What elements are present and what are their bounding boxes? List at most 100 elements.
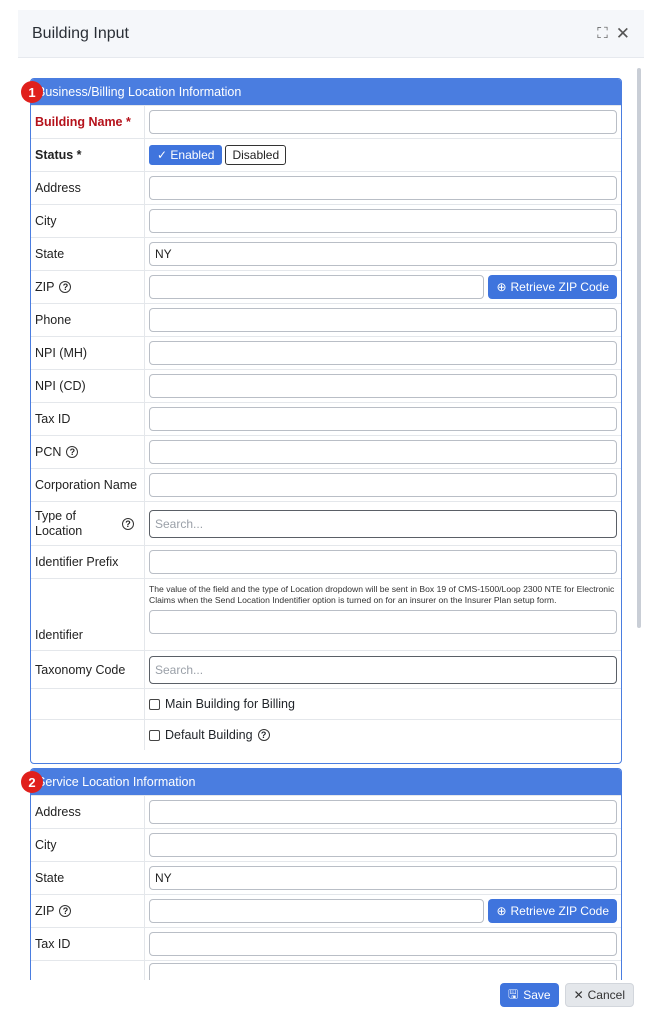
empty-label [31,720,145,750]
billing-badge: 1 [21,81,43,103]
tax-id-label: Tax ID [31,403,145,435]
service-zip-row: ZIP? ⊕ Retrieve ZIP Code [31,894,621,927]
city-input[interactable] [149,209,617,233]
service-state-row: State NY [31,861,621,894]
empty-label [31,689,145,719]
state-row: State NY [31,237,621,270]
service-state-label: State [31,862,145,894]
billing-section-title: Business/Billing Location Information [37,85,242,99]
npi-mh-input[interactable] [149,341,617,365]
npi-mh-row: NPI (MH) [31,336,621,369]
npi-mh-label: NPI (MH) [31,337,145,369]
npi-cd-label: NPI (CD) [31,370,145,402]
service-city-label: City [31,829,145,861]
service-tax-id-input[interactable] [149,932,617,956]
retrieve-zip-label: Retrieve ZIP Code [510,280,610,294]
phone-label: Phone [31,304,145,336]
help-icon[interactable]: ? [59,905,72,917]
download-icon: ⊕ [496,280,507,294]
default-building-checkbox-wrap[interactable]: Default Building ? [145,720,621,750]
help-icon[interactable]: ? [66,446,79,458]
corporation-row: Corporation Name [31,468,621,501]
help-icon[interactable]: ? [59,281,72,293]
identifier-row: Identifier The value of the field and th… [31,578,621,650]
service-address-label: Address [31,796,145,828]
building-name-row: Building Name * [31,105,621,138]
status-enabled-button[interactable]: ✓ Enabled [149,145,223,165]
cancel-button[interactable]: ✕ Cancel [564,983,634,1007]
expand-icon[interactable]: ⛶ [597,25,608,42]
service-tax-id-row: Tax ID [31,927,621,960]
service-city-row: City [31,828,621,861]
identifier-label-cell: Identifier [31,579,145,650]
npi-cd-input[interactable] [149,374,617,398]
scrollbar[interactable] [637,68,641,628]
modal-header: Building Input ⛶ ✕ [18,10,644,58]
service-section-title: Service Location Information [37,775,196,789]
empty-label [31,961,145,980]
billing-section: Business/Billing Location Information 1 … [21,78,622,764]
default-building-row: Default Building ? [31,719,621,750]
taxonomy-select[interactable]: Search... [149,655,617,684]
service-tax-id-label: Tax ID [31,928,145,960]
corporation-input[interactable] [149,473,617,497]
close-icon[interactable]: ✕ [616,24,630,44]
npi-cd-row: NPI (CD) [31,369,621,402]
zip-row: ZIP? ⊕ Retrieve ZIP Code [31,270,621,303]
pcn-label-cell: PCN? [31,436,145,468]
default-building-checkbox[interactable] [149,729,160,741]
city-row: City [31,204,621,237]
service-address-input[interactable] [149,800,617,824]
taxonomy-label: Taxonomy Code [31,651,145,688]
corporation-label: Corporation Name [31,469,145,501]
pcn-row: PCN? [31,435,621,468]
main-building-checkbox-wrap[interactable]: Main Building for Billing [145,689,621,719]
pcn-input[interactable] [149,440,617,464]
type-label: Type of Location [35,508,83,538]
identifier-note: The value of the field and the type of L… [149,584,615,605]
zip-input[interactable] [149,275,485,299]
type-of-location-select[interactable]: Search... [149,509,617,538]
type-label-cell: Type of Location ? [31,502,145,545]
service-next-input[interactable] [149,963,617,980]
identifier-input[interactable] [149,610,617,634]
download-icon: ⊕ [496,904,507,918]
service-state-input[interactable]: NY [149,866,617,890]
service-retrieve-zip-button[interactable]: ⊕ Retrieve ZIP Code [488,899,617,923]
zip-label: ZIP [35,280,55,294]
save-icon: 🖫 [507,986,519,1001]
default-building-label: Default Building [165,728,253,742]
state-input[interactable]: NY [149,242,617,266]
help-icon[interactable]: ? [122,517,134,530]
taxonomy-row: Taxonomy Code Search... [31,650,621,688]
service-city-input[interactable] [149,833,617,857]
address-label: Address [31,172,145,204]
city-label: City [31,205,145,237]
help-icon[interactable]: ? [257,729,270,741]
state-label: State [31,238,145,270]
address-input[interactable] [149,176,617,200]
service-next-row [31,960,621,980]
phone-input[interactable] [149,308,617,332]
status-label: Status * [31,139,145,171]
pcn-label: PCN [35,445,62,459]
service-section: Service Location Information 2 Address C… [21,768,622,980]
status-row: Status * ✓ Enabled Disabled [31,138,621,171]
building-name-input[interactable] [149,110,617,134]
service-zip-label: ZIP [35,904,55,918]
identifier-prefix-label: Identifier Prefix [31,546,145,578]
identifier-prefix-input[interactable] [149,550,617,574]
main-building-checkbox[interactable] [149,698,160,710]
modal-title: Building Input [32,24,129,42]
status-disabled-button[interactable]: Disabled [225,145,287,165]
main-building-row: Main Building for Billing [31,688,621,719]
save-label: Save [523,988,551,1002]
cancel-label: Cancel [587,988,625,1002]
type-of-location-row: Type of Location ? Search... [31,501,621,545]
save-button[interactable]: 🖫 Save [499,983,559,1007]
service-zip-input[interactable] [149,899,485,923]
building-input-modal: Building Input ⛶ ✕ Business/Billing Loca… [18,10,644,1010]
retrieve-zip-button[interactable]: ⊕ Retrieve ZIP Code [488,275,617,299]
tax-id-input[interactable] [149,407,617,431]
modal-footer: 🖫 Save ✕ Cancel [18,980,644,1010]
